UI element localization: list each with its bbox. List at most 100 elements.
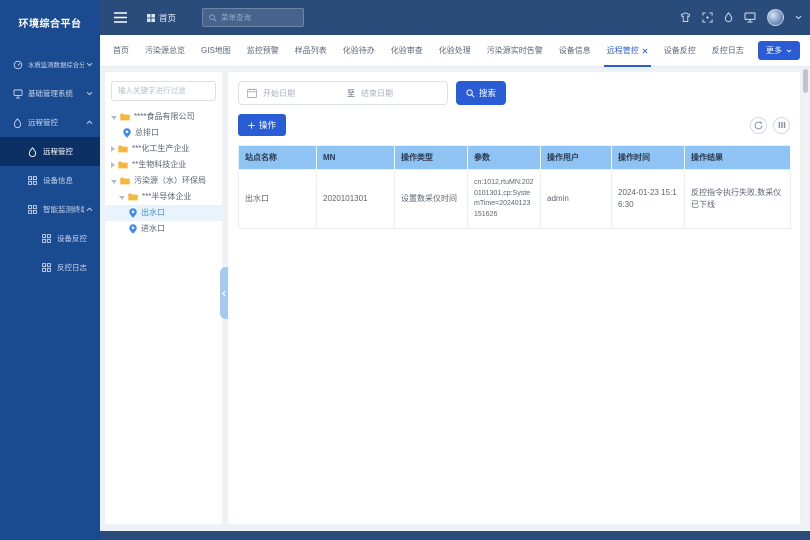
- sidebar-nav: 水质监测数据综合分析 基础管理系统 远程管控 远程管控 设备信息 智能监测终端: [0, 50, 100, 282]
- tree-node-food-company[interactable]: ****食品有限公司: [105, 109, 222, 125]
- tab-label: 污染源总览: [145, 45, 185, 56]
- tree-filter-input[interactable]: [111, 81, 216, 101]
- sidebar-item-base-system[interactable]: 基础管理系统: [0, 79, 100, 108]
- tree-node-epa-bureau[interactable]: 污染源（水）环保局: [105, 173, 222, 189]
- action-bar: 操作: [238, 114, 790, 136]
- water-drop-icon: [13, 118, 23, 128]
- sidebar-item-remote-group[interactable]: 远程管控: [0, 108, 100, 137]
- search-button[interactable]: 搜索: [456, 81, 506, 105]
- breadcrumb[interactable]: 首页: [147, 12, 176, 24]
- table-row[interactable]: 出水口 2020101301 设置数采仪时间 cn:1012,rtuMN:202…: [239, 170, 791, 229]
- sidebar-item-device-info[interactable]: 设备信息: [0, 166, 100, 195]
- chevron-down-icon: [86, 62, 93, 67]
- tree-node-chemical-company[interactable]: ***化工生产企业: [105, 141, 222, 157]
- monitor-icon[interactable]: [744, 12, 756, 23]
- sidebar-item-label: 设备反控: [57, 233, 93, 244]
- table-tools: [750, 117, 790, 134]
- tab-home[interactable]: 首页: [113, 35, 129, 66]
- pin-icon: [129, 208, 137, 218]
- pin-icon: [129, 224, 137, 234]
- tree-node-label: 总排口: [135, 127, 159, 138]
- folder-icon: [120, 113, 130, 121]
- tab-reverse-log[interactable]: 反控日志: [712, 35, 744, 66]
- collapse-tree-handle[interactable]: [220, 267, 228, 319]
- breadcrumb-label: 首页: [159, 12, 176, 24]
- column-settings-button[interactable]: [773, 117, 790, 134]
- tab-sample-list[interactable]: 样品列表: [295, 35, 327, 66]
- col-op-time: 操作时间: [612, 146, 685, 170]
- gauge-icon: [13, 60, 23, 70]
- tab-pollution-overview[interactable]: 污染源总览: [145, 35, 185, 66]
- sidebar-item-device-reverse[interactable]: 设备反控: [0, 224, 100, 253]
- tree-node-inlet[interactable]: 进水口: [105, 221, 222, 237]
- device-tree-panel: ****食品有限公司 总排口 ***化工生产企业 **生物科技企业 污染源（水）…: [105, 72, 222, 524]
- tab-label: 首页: [113, 45, 129, 56]
- tab-label: 设备反控: [664, 45, 696, 56]
- folder-icon: [128, 193, 138, 201]
- end-date-placeholder[interactable]: 结束日期: [361, 88, 439, 99]
- menu-toggle-icon[interactable]: [114, 12, 127, 23]
- sidebar-item-smart-terminal[interactable]: 智能监测终端: [0, 195, 100, 224]
- tree-node-outlet[interactable]: 出水口: [105, 205, 222, 221]
- theme-icon[interactable]: [680, 12, 691, 23]
- tab-device-info[interactable]: 设备信息: [559, 35, 591, 66]
- scrollbar-thumb[interactable]: [803, 69, 808, 93]
- system-icon: [13, 89, 23, 99]
- sidebar-item-remote-control[interactable]: 远程管控: [0, 137, 100, 166]
- tab-label: 监控预警: [247, 45, 279, 56]
- sidebar-item-reverse-log[interactable]: 反控日志: [0, 253, 100, 282]
- tab-monitor-warning[interactable]: 监控预警: [247, 35, 279, 66]
- tab-label: 化验审查: [391, 45, 423, 56]
- tab-label: 远程管控: [607, 45, 639, 56]
- tab-label: GIS地图: [201, 45, 231, 56]
- chevron-down-icon[interactable]: [795, 15, 802, 20]
- tab-label: 反控日志: [712, 45, 744, 56]
- tab-label: 化验处理: [439, 45, 471, 56]
- cell-op-type: 设置数采仪时间: [395, 170, 468, 229]
- tab-remote-control[interactable]: 远程管控: [607, 35, 648, 66]
- tree-node-biotech-company[interactable]: **生物科技企业: [105, 157, 222, 173]
- cell-op-user: admin: [541, 170, 612, 229]
- start-date-placeholder[interactable]: 开始日期: [263, 88, 341, 99]
- tree-node-main-outlet[interactable]: 总排口: [105, 125, 222, 141]
- date-range-picker[interactable]: 开始日期 至 结束日期: [238, 81, 448, 105]
- tree-node-label: 进水口: [141, 223, 165, 234]
- water-drop-icon[interactable]: [724, 12, 733, 23]
- close-icon[interactable]: [642, 48, 648, 54]
- menu-search-input[interactable]: [221, 13, 297, 22]
- sidebar-item-label: 水质监测数据综合分析: [28, 60, 84, 69]
- sidebar-item-label: 智能监测终端: [43, 204, 84, 215]
- sidebar-item-label: 反控日志: [57, 262, 93, 273]
- tab-lab-process[interactable]: 化验处理: [439, 35, 471, 66]
- operate-button[interactable]: 操作: [238, 114, 286, 136]
- menu-search[interactable]: [202, 8, 304, 27]
- search-icon: [209, 14, 217, 22]
- cell-params: cn:1012,rtuMN:2020101301,cp:SystemTime=2…: [468, 170, 541, 229]
- tree-node-semiconductor-company[interactable]: ***半导体企业: [105, 189, 222, 205]
- sidebar: 环境综合平台 水质监测数据综合分析 基础管理系统 远程管控 远程管控 设备信息 …: [0, 0, 100, 540]
- topbar-actions: [680, 9, 802, 26]
- tab-realtime-alarm[interactable]: 污染源实时告警: [487, 35, 543, 66]
- col-op-result: 操作结果: [685, 146, 791, 170]
- refresh-button[interactable]: [750, 117, 767, 134]
- calendar-icon: [247, 88, 257, 98]
- tab-lab-todo[interactable]: 化验待办: [343, 35, 375, 66]
- table-header-row: 站点名称 MN 操作类型 参数 操作用户 操作时间 操作结果: [239, 146, 791, 170]
- caret-right-icon: [111, 146, 115, 152]
- sidebar-item-label: 基础管理系统: [28, 88, 84, 99]
- fullscreen-icon[interactable]: [702, 12, 713, 23]
- cell-op-result: 反控指令执行失败,数采仪已下线: [685, 170, 791, 229]
- operations-table: 站点名称 MN 操作类型 参数 操作用户 操作时间 操作结果 出水口 20201…: [238, 145, 791, 229]
- tab-lab-review[interactable]: 化验审查: [391, 35, 423, 66]
- more-tabs-button[interactable]: 更多: [758, 41, 800, 60]
- sidebar-item-water-analysis[interactable]: 水质监测数据综合分析: [0, 50, 100, 79]
- sidebar-item-label: 远程管控: [28, 117, 84, 128]
- vertical-scrollbar[interactable]: [803, 69, 808, 527]
- folder-icon: [118, 161, 128, 169]
- tab-gis-map[interactable]: GIS地图: [201, 35, 231, 66]
- avatar[interactable]: [767, 9, 784, 26]
- plus-icon: [248, 122, 255, 129]
- operate-button-label: 操作: [259, 119, 276, 131]
- grid-icon: [28, 205, 38, 215]
- tab-device-reverse[interactable]: 设备反控: [664, 35, 696, 66]
